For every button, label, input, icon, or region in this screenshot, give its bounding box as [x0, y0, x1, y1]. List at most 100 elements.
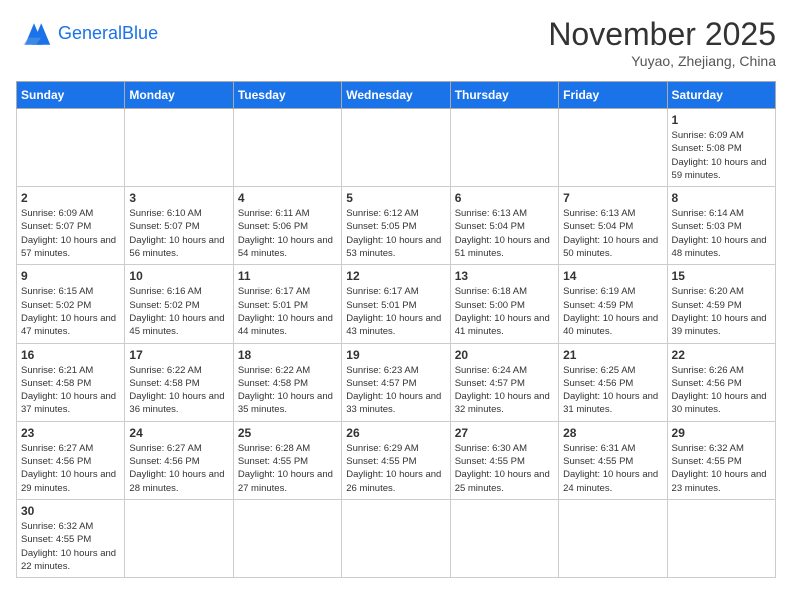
day-info: Sunrise: 6:32 AM Sunset: 4:55 PM Dayligh… [672, 442, 771, 495]
day-info: Sunrise: 6:28 AM Sunset: 4:55 PM Dayligh… [238, 442, 337, 495]
day-number: 18 [238, 348, 337, 362]
calendar-cell [233, 499, 341, 577]
calendar-cell: 5 Sunrise: 6:12 AM Sunset: 5:05 PM Daylig… [342, 187, 450, 265]
day-info: Sunrise: 6:16 AM Sunset: 5:02 PM Dayligh… [129, 285, 228, 338]
calendar-cell: 24Sunrise: 6:27 AM Sunset: 4:56 PM Dayli… [125, 421, 233, 499]
day-number: 13 [455, 269, 554, 283]
location-subtitle: Yuyao, Zhejiang, China [548, 53, 776, 69]
calendar-cell: 28 Sunrise: 6:31 AM Sunset: 4:55 PM Dayli… [559, 421, 667, 499]
week-row-5: 30 Sunrise: 6:32 AM Sunset: 4:55 PM Dayli… [17, 499, 776, 577]
calendar-cell: 11Sunrise: 6:17 AM Sunset: 5:01 PM Dayli… [233, 265, 341, 343]
logo-general: General [58, 23, 122, 43]
day-number: 9 [21, 269, 120, 283]
calendar-cell: 21Sunrise: 6:25 AM Sunset: 4:56 PM Dayli… [559, 343, 667, 421]
calendar-cell [125, 109, 233, 187]
logo: GeneralBlue [16, 16, 158, 52]
day-number: 4 [238, 191, 337, 205]
day-number: 25 [238, 426, 337, 440]
calendar-cell: 29 Sunrise: 6:32 AM Sunset: 4:55 PM Dayli… [667, 421, 775, 499]
day-number: 7 [563, 191, 662, 205]
calendar-cell: 6Sunrise: 6:13 AM Sunset: 5:04 PM Daylig… [450, 187, 558, 265]
calendar-cell: 1 Sunrise: 6:09 AM Sunset: 5:08 PM Daylig… [667, 109, 775, 187]
day-info: Sunrise: 6:14 AM Sunset: 5:03 PM Dayligh… [672, 207, 771, 260]
day-info: Sunrise: 6:09 AM Sunset: 5:08 PM Dayligh… [672, 129, 771, 182]
calendar-cell [450, 499, 558, 577]
calendar-cell [667, 499, 775, 577]
day-info: Sunrise: 6:19 AM Sunset: 4:59 PM Dayligh… [563, 285, 662, 338]
calendar-cell [342, 499, 450, 577]
calendar-cell [559, 499, 667, 577]
day-info: Sunrise: 6:32 AM Sunset: 4:55 PM Dayligh… [21, 520, 120, 573]
calendar-cell: 23Sunrise: 6:27 AM Sunset: 4:56 PM Dayli… [17, 421, 125, 499]
day-number: 12 [346, 269, 445, 283]
calendar-cell [17, 109, 125, 187]
day-info: Sunrise: 6:10 AM Sunset: 5:07 PM Dayligh… [129, 207, 228, 260]
calendar-cell [125, 499, 233, 577]
day-info: Sunrise: 6:22 AM Sunset: 4:58 PM Dayligh… [129, 364, 228, 417]
header: GeneralBlue November 2025 Yuyao, Zhejian… [16, 16, 776, 69]
day-number: 16 [21, 348, 120, 362]
calendar-cell: 20 Sunrise: 6:24 AM Sunset: 4:57 PM Dayli… [450, 343, 558, 421]
calendar-cell: 8 Sunrise: 6:14 AM Sunset: 5:03 PM Daylig… [667, 187, 775, 265]
day-number: 22 [672, 348, 771, 362]
weekday-header-sunday: Sunday [17, 82, 125, 109]
calendar-cell: 27Sunrise: 6:30 AM Sunset: 4:55 PM Dayli… [450, 421, 558, 499]
day-number: 3 [129, 191, 228, 205]
day-info: Sunrise: 6:23 AM Sunset: 4:57 PM Dayligh… [346, 364, 445, 417]
calendar-cell: 15Sunrise: 6:20 AM Sunset: 4:59 PM Dayli… [667, 265, 775, 343]
day-number: 2 [21, 191, 120, 205]
day-number: 28 [563, 426, 662, 440]
logo-text: GeneralBlue [58, 24, 158, 44]
day-number: 17 [129, 348, 228, 362]
calendar-cell: 14 Sunrise: 6:19 AM Sunset: 4:59 PM Dayli… [559, 265, 667, 343]
day-number: 5 [346, 191, 445, 205]
calendar-grid: SundayMondayTuesdayWednesdayThursdayFrid… [16, 81, 776, 578]
day-info: Sunrise: 6:26 AM Sunset: 4:56 PM Dayligh… [672, 364, 771, 417]
calendar-cell: 17 Sunrise: 6:22 AM Sunset: 4:58 PM Dayli… [125, 343, 233, 421]
calendar-cell: 4Sunrise: 6:11 AM Sunset: 5:06 PM Daylig… [233, 187, 341, 265]
day-number: 19 [346, 348, 445, 362]
day-number: 29 [672, 426, 771, 440]
calendar-cell: 22 Sunrise: 6:26 AM Sunset: 4:56 PM Dayli… [667, 343, 775, 421]
calendar-cell: 30 Sunrise: 6:32 AM Sunset: 4:55 PM Dayli… [17, 499, 125, 577]
day-info: Sunrise: 6:13 AM Sunset: 5:04 PM Dayligh… [563, 207, 662, 260]
week-row-4: 23Sunrise: 6:27 AM Sunset: 4:56 PM Dayli… [17, 421, 776, 499]
calendar-cell: 13 Sunrise: 6:18 AM Sunset: 5:00 PM Dayli… [450, 265, 558, 343]
month-title: November 2025 [548, 16, 776, 53]
day-info: Sunrise: 6:18 AM Sunset: 5:00 PM Dayligh… [455, 285, 554, 338]
calendar-cell [450, 109, 558, 187]
calendar-cell: 10 Sunrise: 6:16 AM Sunset: 5:02 PM Dayli… [125, 265, 233, 343]
weekday-row: SundayMondayTuesdayWednesdayThursdayFrid… [17, 82, 776, 109]
weekday-header-wednesday: Wednesday [342, 82, 450, 109]
day-number: 30 [21, 504, 120, 518]
calendar-cell: 18Sunrise: 6:22 AM Sunset: 4:58 PM Dayli… [233, 343, 341, 421]
weekday-header-monday: Monday [125, 82, 233, 109]
day-number: 27 [455, 426, 554, 440]
week-row-0: 1 Sunrise: 6:09 AM Sunset: 5:08 PM Daylig… [17, 109, 776, 187]
calendar-header: SundayMondayTuesdayWednesdayThursdayFrid… [17, 82, 776, 109]
day-info: Sunrise: 6:15 AM Sunset: 5:02 PM Dayligh… [21, 285, 120, 338]
calendar-cell: 19 Sunrise: 6:23 AM Sunset: 4:57 PM Dayli… [342, 343, 450, 421]
calendar-cell: 2 Sunrise: 6:09 AM Sunset: 5:07 PM Daylig… [17, 187, 125, 265]
day-number: 10 [129, 269, 228, 283]
calendar-cell: 12Sunrise: 6:17 AM Sunset: 5:01 PM Dayli… [342, 265, 450, 343]
day-info: Sunrise: 6:09 AM Sunset: 5:07 PM Dayligh… [21, 207, 120, 260]
day-number: 20 [455, 348, 554, 362]
day-info: Sunrise: 6:24 AM Sunset: 4:57 PM Dayligh… [455, 364, 554, 417]
logo-blue: Blue [122, 23, 158, 43]
weekday-header-friday: Friday [559, 82, 667, 109]
weekday-header-saturday: Saturday [667, 82, 775, 109]
day-info: Sunrise: 6:31 AM Sunset: 4:55 PM Dayligh… [563, 442, 662, 495]
day-info: Sunrise: 6:25 AM Sunset: 4:56 PM Dayligh… [563, 364, 662, 417]
day-info: Sunrise: 6:20 AM Sunset: 4:59 PM Dayligh… [672, 285, 771, 338]
calendar-cell: 26Sunrise: 6:29 AM Sunset: 4:55 PM Dayli… [342, 421, 450, 499]
day-info: Sunrise: 6:27 AM Sunset: 4:56 PM Dayligh… [129, 442, 228, 495]
calendar-cell [233, 109, 341, 187]
day-number: 8 [672, 191, 771, 205]
calendar-cell: 16Sunrise: 6:21 AM Sunset: 4:58 PM Dayli… [17, 343, 125, 421]
calendar-body: 1 Sunrise: 6:09 AM Sunset: 5:08 PM Daylig… [17, 109, 776, 578]
day-info: Sunrise: 6:12 AM Sunset: 5:05 PM Dayligh… [346, 207, 445, 260]
week-row-1: 2 Sunrise: 6:09 AM Sunset: 5:07 PM Daylig… [17, 187, 776, 265]
day-number: 14 [563, 269, 662, 283]
day-number: 1 [672, 113, 771, 127]
